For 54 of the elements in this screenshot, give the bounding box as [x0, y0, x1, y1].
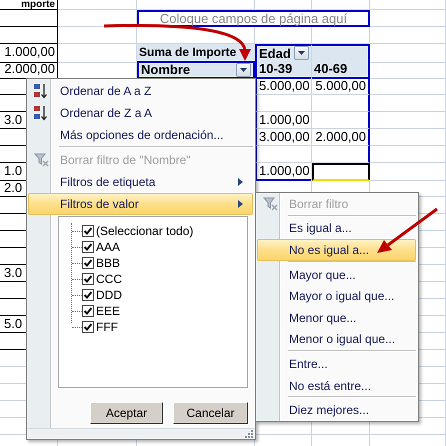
checkbox[interactable]	[82, 257, 94, 269]
menu-item[interactable]: Entre...	[257, 353, 416, 375]
sheet-cell: 40-69	[312, 61, 370, 79]
sheet-cell	[312, 146, 370, 163]
menu-item[interactable]: Filtros de valor	[28, 193, 253, 215]
sheet-cell: 5.000,00	[312, 78, 370, 95]
caret-icon	[240, 68, 247, 72]
checkbox[interactable]	[82, 321, 94, 333]
sheet-cell	[0, 27, 58, 44]
menu-item[interactable]: Menor o igual que...	[257, 328, 416, 350]
filter-dropdown-button[interactable]	[294, 46, 309, 60]
menu-item[interactable]: Es igual a...	[257, 218, 416, 240]
checkbox[interactable]	[82, 305, 94, 317]
menu-item[interactable]: Ordenar de A a Z	[28, 80, 253, 102]
checkbox-label: BBB	[96, 256, 120, 270]
caret-icon	[298, 51, 305, 55]
checkbox[interactable]	[82, 289, 94, 301]
checkbox-label: DDD	[96, 288, 122, 302]
menu-item[interactable]: Menor que...	[257, 307, 416, 329]
sheet-cell	[0, 10, 58, 27]
menu-item[interactable]: No está entre...	[257, 374, 416, 396]
resize-grip-icon[interactable]	[245, 430, 253, 438]
checkbox-label: (Seleccionar todo)	[96, 224, 194, 238]
annotation-arrow	[377, 208, 438, 253]
menu-item[interactable]: Diez mejores...	[257, 399, 416, 422]
sheet-cell	[255, 0, 312, 10]
checkbox-label: AAA	[96, 240, 120, 254]
sheet-cell: 1.000,00	[0, 44, 58, 63]
menu-item[interactable]: Mayor o igual que...	[257, 285, 416, 308]
dialog-button[interactable]: Aceptar	[90, 402, 163, 424]
checkbox-label: FFF	[96, 320, 118, 334]
funnel-icon	[262, 196, 278, 211]
sheet-cell: mporte	[0, 0, 58, 10]
checkbox-label: CCC	[96, 272, 122, 286]
sheet-cell: 10-39	[255, 61, 312, 79]
submenu-arrow-icon	[238, 178, 243, 186]
checkbox[interactable]	[82, 241, 94, 253]
page-field-drop-zone: Coloque campos de página aquí	[137, 10, 370, 27]
checkbox[interactable]	[82, 273, 94, 285]
sheet-cell: Nombre	[137, 61, 255, 79]
checkbox[interactable]	[82, 225, 94, 237]
submenu-arrow-icon	[238, 200, 243, 208]
sheet-cell	[312, 0, 370, 10]
sheet-cell: 2.000,00	[312, 129, 370, 146]
sheet-cell	[312, 112, 370, 129]
sort-icon	[33, 105, 49, 121]
funnel-icon	[34, 153, 48, 167]
menu-item[interactable]: Mayor que...	[257, 264, 416, 286]
menu-item[interactable]: No es igual a...	[257, 239, 416, 261]
checkbox-label: EEE	[96, 304, 120, 318]
dialog-button[interactable]: Cancelar	[173, 402, 248, 424]
filter-dropdown-button[interactable]	[236, 63, 251, 77]
sort-icon	[33, 83, 49, 99]
sheet-cell	[312, 95, 370, 112]
